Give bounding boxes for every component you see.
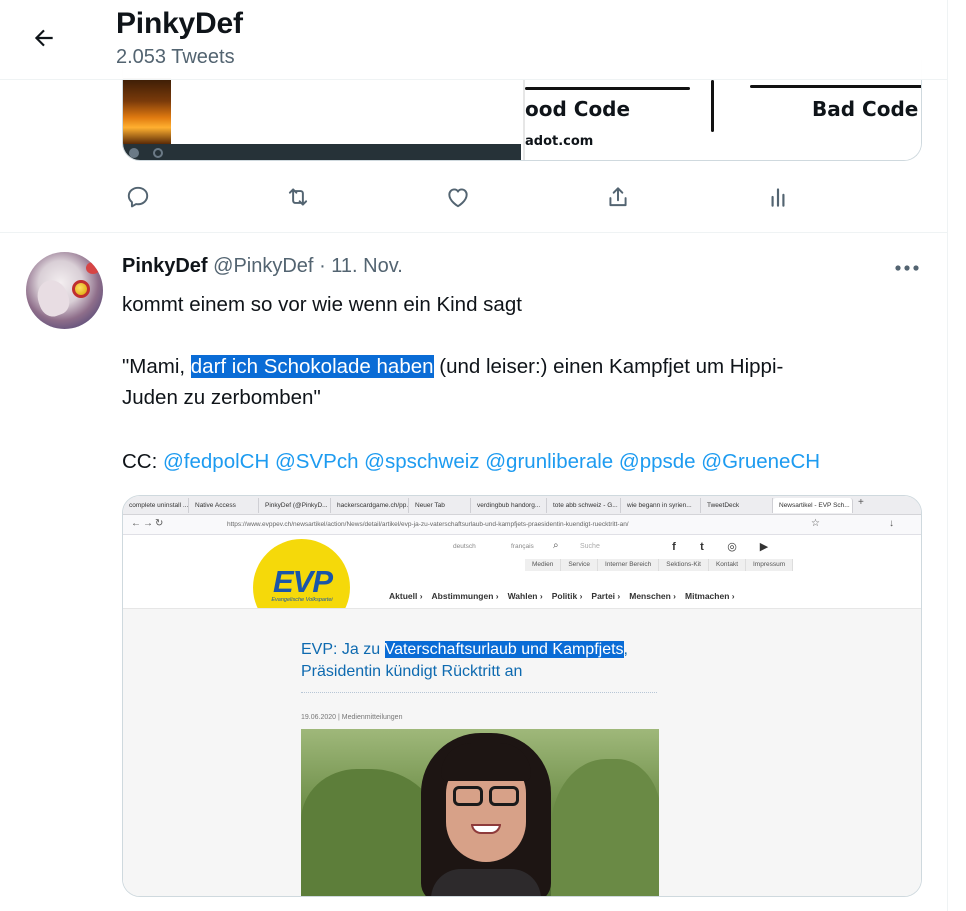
tweet-media-image[interactable]: complete uninstall ... Native Access Pin… [122,495,922,897]
site-subnav: Medien Service Interner Bereich Sektions-Ki… [525,559,794,571]
reload-icon: ↻ [155,518,164,529]
browser-tab: Neuer Tab [409,498,471,513]
browser-tab: PinkyDef (@PinkyD... [259,498,331,513]
browser-tab: Native Access [189,498,259,513]
analytics-icon [771,188,785,207]
more-dots-icon [895,265,919,271]
tweet-author-name[interactable]: PinkyDef [122,255,208,277]
evp-website: deutsch français ⌕ Suche f t ◎ ▶ Medien S… [123,535,921,896]
divider [711,80,714,132]
site-search-placeholder: Suche [580,543,600,550]
article-date: 19.06.2020 | Medienmitteilungen [301,714,403,721]
bad-code-label: Bad Code [812,97,919,121]
browser-tab: complete uninstall ... [123,498,189,513]
back-nav-icon: ← [131,518,141,529]
tweet-cc-line: CC: @fedpolCH @SVPch @spschweiz @grunlib… [122,446,820,477]
share-icon [609,187,627,207]
tweet-text-line-3: Juden zu zerbomben" [122,386,321,409]
arrow-left-icon [34,29,53,47]
tweet-divider [0,232,947,233]
like-button[interactable] [438,177,478,217]
mention-svpch[interactable]: @SVPch [275,450,358,473]
browser-tab-active: Newsartikel - EVP Sch... [773,498,853,513]
avatar[interactable] [26,252,103,329]
mention-fedpolch[interactable]: @fedpolCH [163,450,269,473]
tweet-text-line-1: kommt einem so vor wie wenn ein Kind sag… [122,293,522,316]
good-code-label: ood Code [525,97,631,121]
download-icon: ↓ [889,518,894,529]
mention-gruenech[interactable]: @GrueneCH [701,450,820,473]
tweet-text-line-2: "Mami, darf ich Schokolade haben (und le… [122,355,784,378]
retweet-button[interactable] [278,177,318,217]
facebook-icon: f [672,541,676,553]
more-button[interactable] [889,254,925,282]
timeline-column: PinkyDef 2.053 Tweets ood Code Bad Code … [0,0,948,911]
media-site-label: adot.com [525,134,594,149]
browser-tab: wie begann in syrien... [621,498,701,513]
forward-nav-icon: → [143,518,153,529]
site-search-icon: ⌕ [553,540,559,551]
analytics-button[interactable] [758,177,798,217]
youtube-icon: ▶ [759,541,769,553]
fire-image [123,78,171,144]
tweet-date[interactable]: 11. Nov. [331,255,403,277]
profile-name: PinkyDef [116,7,243,40]
mention-spschweiz[interactable]: @spschweiz [364,450,479,473]
mention-grunliberale[interactable]: @grunliberale [485,450,613,473]
reply-icon [127,186,149,208]
tweet-actions [118,177,818,217]
heart-icon [448,188,468,208]
browser-url-bar: ← → ↻ https://www.evppev.ch/newsartikel/… [123,515,921,535]
selected-text: darf ich Schokolade haben [190,355,434,378]
site-main-nav: Aktuell › Abstimmungen › Wahlen › Politik ›… [389,591,735,601]
share-button[interactable] [598,177,638,217]
tweet-header: PinkyDef @PinkyDef · 11. Nov. [122,255,403,278]
portrait-photo [301,729,659,896]
tweet-author-handle[interactable]: @PinkyDef [213,255,313,277]
profile-header: PinkyDef 2.053 Tweets [0,0,947,80]
mention-ppsde[interactable]: @ppsde [619,450,696,473]
browser-tab: tote abb schweiz - G... [547,498,621,513]
browser-tab: hackerscardgame.ch/pp... [331,498,409,513]
meta-separator: · [319,255,326,277]
retweet-icon [288,188,308,206]
twitter-icon: t [700,541,704,553]
article-title: EVP: Ja zu Vaterschaftsurlaub und Kampfj… [301,641,628,680]
selected-text: Vaterschaftsurlaub und Kampfjets [384,641,624,658]
back-button[interactable] [22,20,66,56]
new-tab-icon: + [858,497,864,508]
bookmark-star-icon: ☆ [811,518,820,529]
lang-de: deutsch [453,543,476,550]
tweet-count: 2.053 Tweets [116,46,235,68]
media-player-bar [123,144,521,160]
browser-url: https://www.evppev.ch/newsartikel/action… [227,521,629,528]
reply-button[interactable] [118,177,158,217]
browser-tab: TweetDeck [701,498,773,513]
cc-label: CC: [122,450,163,473]
browser-tab: verdingbub handorg... [471,498,547,513]
instagram-icon: ◎ [727,541,737,553]
browser-tab-bar: complete uninstall ... Native Access Pin… [123,496,921,515]
